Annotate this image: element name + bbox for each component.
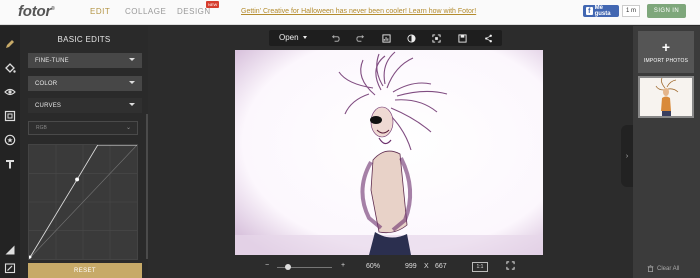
- redo-icon[interactable]: [355, 33, 365, 43]
- frame-icon[interactable]: [2, 108, 18, 124]
- facebook-like-count: 1 m: [622, 5, 640, 17]
- new-badge: NEW: [206, 1, 220, 8]
- caret-down-icon: [129, 58, 135, 61]
- chevron-down-icon: ⌄: [125, 125, 131, 131]
- histogram-icon[interactable]: [381, 33, 391, 43]
- import-label: IMPORT PHOTOS: [643, 58, 689, 64]
- edited-photo[interactable]: [235, 50, 543, 255]
- curve-graph[interactable]: [28, 144, 138, 260]
- collapse-panel-tab[interactable]: ›: [621, 125, 633, 187]
- plus-icon: +: [661, 39, 671, 55]
- section-label: FINE-TUNE: [35, 57, 69, 64]
- text-icon[interactable]: [2, 156, 18, 172]
- channel-value: RGB: [36, 125, 47, 131]
- tilt-shift-icon[interactable]: [2, 242, 18, 258]
- section-fine-tune[interactable]: FINE-TUNE: [28, 53, 142, 68]
- tool-strip: [0, 26, 20, 278]
- nav-design[interactable]: DESIGN: [177, 7, 211, 16]
- open-menu-button[interactable]: Open: [279, 33, 307, 42]
- panel-title: BASIC EDITS: [57, 35, 111, 44]
- caret-down-icon: [302, 36, 307, 39]
- nav-collage[interactable]: COLLAGE: [125, 7, 166, 16]
- actual-size-button[interactable]: 1:1: [472, 262, 488, 272]
- zoom-slider-knob[interactable]: [285, 264, 291, 270]
- editor-toolbar: Open: [269, 30, 502, 46]
- chevron-right-icon: ›: [625, 152, 629, 160]
- reset-button[interactable]: RESET: [28, 263, 142, 278]
- undo-icon[interactable]: [330, 33, 340, 43]
- clear-all-label: Clear All: [657, 265, 680, 272]
- dimension-separator: X: [424, 263, 429, 270]
- photo-library-panel: + IMPORT PHOTOS Clear All: [633, 26, 700, 278]
- image-width: 999: [405, 263, 417, 270]
- curve-point: [75, 177, 80, 182]
- fotor-logo[interactable]: fotor®: [18, 3, 55, 20]
- share-icon[interactable]: [483, 33, 493, 43]
- curve-endpoint: [29, 255, 32, 259]
- facebook-like-label: Me gusta: [594, 5, 611, 17]
- logo-registered-mark: ®: [51, 6, 55, 12]
- caret-down-icon: [129, 103, 135, 106]
- caret-down-icon: [129, 81, 135, 84]
- import-photos-button[interactable]: + IMPORT PHOTOS: [638, 31, 694, 73]
- photo-thumbnail[interactable]: [638, 76, 694, 118]
- section-curves[interactable]: CURVES: [28, 98, 142, 113]
- zoom-percent: 60%: [366, 263, 381, 270]
- top-bar: fotor® EDIT COLLAGE DESIGN NEW Gettin' C…: [0, 0, 700, 25]
- export-icon[interactable]: [2, 260, 18, 276]
- image-height: 667: [435, 263, 447, 270]
- pencil-icon[interactable]: [2, 36, 18, 52]
- zoom-out-button[interactable]: −: [265, 262, 269, 269]
- section-label: CURVES: [35, 102, 62, 109]
- eye-icon[interactable]: [2, 84, 18, 100]
- clear-all-button[interactable]: Clear All: [647, 265, 679, 272]
- section-label: COLOR: [35, 80, 58, 87]
- trash-icon: [647, 265, 654, 272]
- bucket-icon[interactable]: [2, 60, 18, 76]
- sign-in-button[interactable]: SIGN IN: [647, 4, 686, 18]
- promo-link[interactable]: Gettin' Creative for Halloween has never…: [241, 8, 476, 15]
- open-label: Open: [279, 33, 299, 42]
- compare-icon[interactable]: [406, 33, 416, 43]
- logo-text: fotor: [18, 3, 52, 20]
- section-color[interactable]: COLOR: [28, 76, 142, 91]
- fullscreen-icon[interactable]: [506, 261, 515, 272]
- channel-select[interactable]: RGB ⌄: [28, 121, 138, 135]
- fit-icon[interactable]: [431, 33, 441, 43]
- nav-edit[interactable]: EDIT: [90, 7, 110, 16]
- facebook-icon: f: [586, 7, 593, 15]
- sticker-icon[interactable]: [2, 132, 18, 148]
- basic-edits-panel: BASIC EDITS FINE-TUNE COLOR CURVES RGB ⌄…: [20, 26, 148, 278]
- facebook-like-button[interactable]: f Me gusta: [583, 5, 619, 17]
- save-icon[interactable]: [457, 33, 467, 43]
- zoom-in-button[interactable]: +: [341, 262, 345, 269]
